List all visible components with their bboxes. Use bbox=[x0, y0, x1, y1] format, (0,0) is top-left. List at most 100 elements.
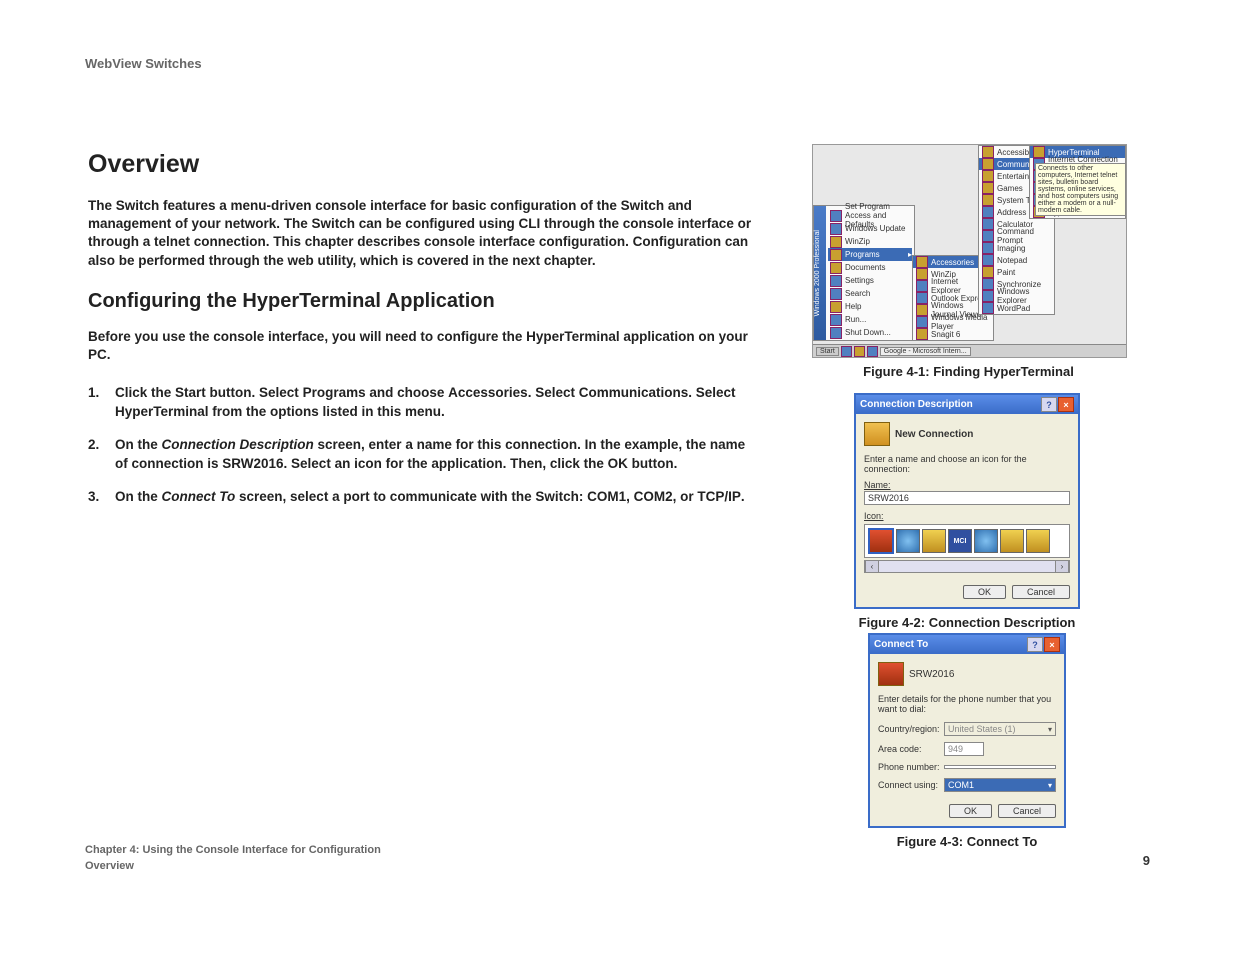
cmd-icon bbox=[982, 230, 994, 242]
tray-icon bbox=[841, 346, 852, 357]
heading-overview: Overview bbox=[88, 150, 758, 179]
taskbar-task: Google - Microsoft Intern... bbox=[880, 347, 971, 356]
area-code-input: 949 bbox=[944, 742, 984, 756]
figure-2-caption: Figure 4-2: Connection Description bbox=[854, 615, 1080, 630]
programs-icon bbox=[830, 249, 842, 261]
folder-icon bbox=[916, 268, 928, 280]
new-connection-label: New Connection bbox=[895, 429, 973, 440]
icon-scrollbar: ‹ › bbox=[864, 560, 1070, 573]
connect-using-select: COM1▾ bbox=[944, 778, 1056, 792]
ok-button: OK bbox=[963, 585, 1006, 599]
folder-icon bbox=[982, 158, 994, 170]
step-number: 2. bbox=[88, 436, 115, 474]
wmp-icon bbox=[916, 316, 928, 328]
figure-3: Connect To ? × SRW2016 Enter details for… bbox=[868, 633, 1066, 849]
cancel-button: Cancel bbox=[1012, 585, 1070, 599]
icon-option bbox=[1000, 529, 1024, 553]
outlook-icon bbox=[916, 292, 928, 304]
folder-icon bbox=[982, 170, 994, 182]
folder-icon bbox=[982, 194, 994, 206]
help-icon: ? bbox=[1027, 637, 1043, 652]
step-2: 2. On the Connection Description screen,… bbox=[88, 436, 758, 474]
icon-picker: MCI bbox=[864, 524, 1070, 558]
tray-icon bbox=[854, 346, 865, 357]
addressbook-icon bbox=[982, 206, 994, 218]
overview-paragraph: The Switch features a menu-driven consol… bbox=[88, 197, 758, 270]
scroll-left-icon: ‹ bbox=[865, 561, 879, 572]
dialog-titlebar: Connection Description ? × bbox=[856, 395, 1078, 414]
ie-icon bbox=[916, 280, 928, 292]
name-input: SRW2016 bbox=[864, 491, 1070, 505]
settings-icon bbox=[830, 275, 842, 287]
icon-option bbox=[1026, 529, 1050, 553]
icon-option bbox=[974, 529, 998, 553]
connect-to-dialog: Connect To ? × SRW2016 Enter details for… bbox=[868, 633, 1066, 828]
figure-1: Windows 2000 Professional Set Program Ac… bbox=[812, 144, 1125, 379]
taskbar: Start Google - Microsoft Intern... bbox=[813, 344, 1126, 357]
journal-icon bbox=[916, 304, 928, 316]
folder-icon bbox=[982, 182, 994, 194]
country-label: Country/region: bbox=[878, 724, 940, 734]
chevron-down-icon: ▾ bbox=[1048, 725, 1052, 734]
shield-icon bbox=[830, 210, 842, 222]
imaging-icon bbox=[982, 242, 994, 254]
connection-icon bbox=[864, 422, 890, 446]
tray-icon bbox=[867, 346, 878, 357]
search-icon bbox=[830, 288, 842, 300]
update-icon bbox=[830, 223, 842, 235]
footer: Chapter 4: Using the Console Interface f… bbox=[85, 843, 381, 874]
start-button: Start bbox=[816, 347, 839, 356]
icon-label: Icon: bbox=[864, 511, 1070, 521]
connection-icon bbox=[878, 662, 904, 686]
notepad-icon bbox=[982, 254, 994, 266]
run-icon bbox=[830, 314, 842, 326]
winzip-icon bbox=[830, 236, 842, 248]
windows-banner: Windows 2000 Professional bbox=[814, 206, 826, 340]
footer-chapter: Chapter 4: Using the Console Interface f… bbox=[85, 843, 381, 858]
intro-paragraph: Before you use the console interface, yo… bbox=[88, 328, 758, 364]
figure-1-image: Windows 2000 Professional Set Program Ac… bbox=[812, 144, 1127, 358]
footer-section: Overview bbox=[85, 859, 381, 874]
sync-icon bbox=[982, 278, 994, 290]
hyperterminal-icon bbox=[1033, 146, 1045, 158]
prompt-text: Enter a name and choose an icon for the … bbox=[864, 454, 1070, 474]
folder-icon bbox=[916, 256, 928, 268]
prompt-text: Enter details for the phone number that … bbox=[878, 694, 1056, 714]
paint-icon bbox=[982, 266, 994, 278]
ok-button: OK bbox=[949, 804, 992, 818]
cancel-button: Cancel bbox=[998, 804, 1056, 818]
icon-option bbox=[922, 529, 946, 553]
figure-1-caption: Figure 4-1: Finding HyperTerminal bbox=[812, 364, 1125, 379]
documents-icon bbox=[830, 262, 842, 274]
figure-2: Connection Description ? × New Connectio… bbox=[854, 393, 1080, 630]
help-icon: ? bbox=[1041, 397, 1057, 412]
close-icon: × bbox=[1044, 637, 1060, 652]
area-code-label: Area code: bbox=[878, 744, 940, 754]
start-menu: Windows 2000 Professional Set Program Ac… bbox=[813, 205, 915, 341]
help-icon bbox=[830, 301, 842, 313]
step-3: 3. On the Connect To screen, select a po… bbox=[88, 488, 758, 507]
step-number: 3. bbox=[88, 488, 115, 507]
calculator-icon bbox=[982, 218, 994, 230]
connection-description-dialog: Connection Description ? × New Connectio… bbox=[854, 393, 1080, 609]
connect-using-label: Connect using: bbox=[878, 780, 940, 790]
wordpad-icon bbox=[982, 302, 994, 314]
dialog-titlebar: Connect To ? × bbox=[870, 635, 1064, 654]
explorer-icon bbox=[982, 290, 994, 302]
name-label: Name: bbox=[864, 480, 1070, 490]
heading-configuring: Configuring the HyperTerminal Applicatio… bbox=[88, 290, 758, 313]
folder-icon bbox=[982, 146, 994, 158]
chevron-down-icon: ▾ bbox=[1048, 781, 1052, 790]
scroll-right-icon: › bbox=[1055, 561, 1069, 572]
phone-label: Phone number: bbox=[878, 762, 940, 772]
main-content: Overview The Switch features a menu-driv… bbox=[88, 150, 758, 521]
step-number: 1. bbox=[88, 384, 115, 422]
country-select: United States (1)▾ bbox=[944, 722, 1056, 736]
phone-input bbox=[944, 765, 1056, 769]
tooltip: Connects to other computers, Internet te… bbox=[1035, 163, 1126, 216]
icon-option-selected bbox=[868, 528, 894, 554]
shutdown-icon bbox=[830, 327, 842, 339]
icon-option: MCI bbox=[948, 529, 972, 553]
snagit-icon bbox=[916, 328, 928, 340]
page-number: 9 bbox=[1143, 853, 1150, 868]
